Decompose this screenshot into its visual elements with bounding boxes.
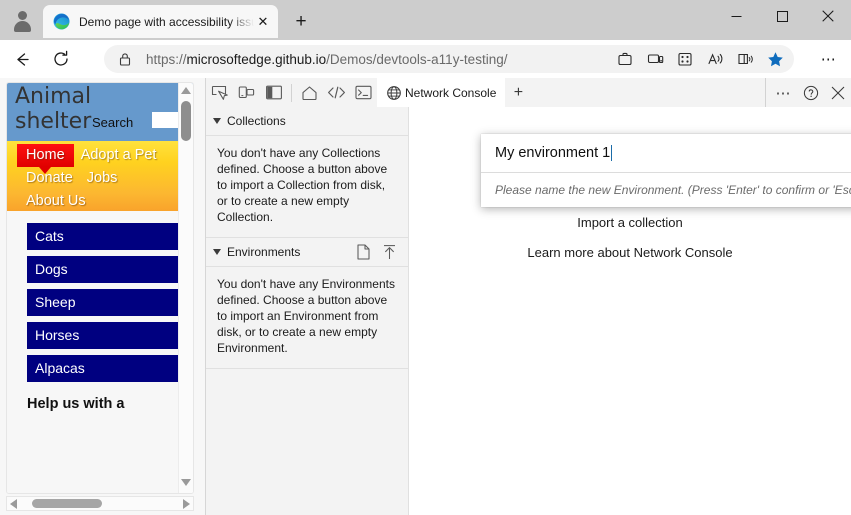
page-title: Animal shelter (15, 84, 92, 134)
apps-icon[interactable] (670, 46, 700, 72)
scroll-right-arrow-icon[interactable] (183, 499, 190, 509)
environments-empty-message: You don't have any Environments defined.… (206, 267, 408, 369)
collections-icon[interactable] (610, 46, 640, 72)
nav-row-2: Donate Jobs (7, 167, 193, 190)
page-body: Cats Dogs Sheep Horses Alpacas Help us w… (7, 211, 193, 493)
nav-item-jobs[interactable]: Jobs (80, 167, 125, 190)
edge-logo-icon (53, 13, 70, 30)
collections-section-header[interactable]: Collections (206, 107, 408, 136)
name-environment-dialog: My environment 1 Please name the new Env… (481, 134, 851, 207)
search-label: Search (92, 115, 134, 130)
new-file-icon[interactable] (350, 240, 376, 264)
cast-device-icon[interactable] (640, 46, 670, 72)
import-a-collection-link[interactable]: Import a collection (409, 215, 851, 230)
new-tab-button[interactable]: + (286, 10, 316, 34)
browser-window: Demo page with accessibility issu ✕ + ht… (0, 0, 851, 515)
console-terminal-icon[interactable] (350, 79, 377, 106)
inspect-element-icon[interactable] (206, 79, 233, 106)
dock-side-icon[interactable] (260, 79, 287, 106)
close-devtools-icon[interactable] (824, 79, 851, 106)
devtools-toolbar-right: ⋯ (765, 78, 851, 107)
animal-link-alpacas[interactable]: Alpacas (27, 355, 179, 382)
collections-empty-message: You don't have any Collections defined. … (206, 136, 408, 238)
horizontal-scroll-thumb[interactable] (32, 499, 102, 508)
page-horizontal-scrollbar[interactable] (6, 496, 194, 511)
dialog-hint-text: Please name the new Environment. (Press … (495, 183, 851, 197)
page-header: Animal shelter Search (7, 83, 193, 141)
title-bar: Demo page with accessibility issu ✕ + (0, 0, 851, 40)
tab-network-console[interactable]: Network Console (377, 78, 506, 107)
environments-title: Environments (227, 245, 301, 259)
close-window-button[interactable] (805, 0, 851, 32)
page-vertical-scrollbar[interactable] (178, 83, 193, 493)
help-question-icon[interactable] (797, 79, 824, 106)
animal-link-cats[interactable]: Cats (27, 223, 179, 250)
learn-more-link[interactable]: Learn more about Network Console (409, 245, 851, 260)
scroll-up-arrow-icon[interactable] (181, 87, 191, 97)
nav-row-1: Home Adopt a Pet (7, 144, 193, 174)
network-console-main: Create a request Import a collection Lea… (409, 107, 851, 515)
favorite-star-icon[interactable] (760, 46, 790, 72)
refresh-button[interactable] (44, 44, 78, 74)
devtools-toolbar: Network Console + ⋯ (206, 78, 851, 108)
url-host: microsoftedge.github.io (186, 51, 327, 67)
home-icon[interactable] (296, 79, 323, 106)
elements-code-icon[interactable] (323, 79, 350, 106)
minimize-button[interactable] (713, 0, 759, 32)
vertical-scroll-thumb[interactable] (181, 101, 191, 141)
import-upload-icon[interactable] (376, 240, 402, 264)
tab-label: Network Console (405, 85, 497, 100)
chevron-down-icon (213, 249, 221, 255)
account-avatar-icon (13, 10, 33, 32)
environment-name-input[interactable]: My environment 1 (481, 134, 851, 173)
animal-shelter-page: Animal shelter Search Home Adopt a Pet D… (6, 82, 194, 494)
network-console-body: Collections You don't have any Collectio… (206, 107, 851, 515)
address-bar: https://microsoftedge.github.io/Demos/de… (0, 40, 851, 78)
back-button[interactable] (5, 44, 39, 74)
toolbar-divider (291, 83, 292, 102)
chevron-down-icon (213, 118, 221, 124)
add-devtools-tab-button[interactable]: + (505, 79, 531, 106)
immersive-reader-icon[interactable] (730, 46, 760, 72)
collections-title: Collections (227, 114, 286, 128)
omnibox[interactable]: https://microsoftedge.github.io/Demos/de… (104, 45, 794, 73)
page-viewport: Animal shelter Search Home Adopt a Pet D… (0, 78, 205, 515)
url-scheme: https:// (146, 51, 187, 67)
maximize-button[interactable] (759, 0, 805, 32)
nav-row-3: About Us (7, 190, 193, 213)
scroll-down-arrow-icon[interactable] (181, 479, 191, 489)
url-path: /Demos/devtools-a11y-testing/ (326, 51, 508, 67)
url-text: https://microsoftedge.github.io/Demos/de… (146, 52, 610, 67)
devtools-panel: Network Console + ⋯ Collections You don'… (205, 78, 851, 515)
read-aloud-icon[interactable] (700, 46, 730, 72)
environment-name-value: My environment 1 (495, 145, 611, 161)
text-cursor (611, 145, 613, 161)
profile-button[interactable] (8, 6, 38, 34)
page-navigation: Home Adopt a Pet Donate Jobs About Us (7, 141, 193, 211)
help-heading: Help us with a (27, 396, 125, 412)
browser-tab[interactable]: Demo page with accessibility issu ✕ (43, 5, 278, 38)
environments-section-header[interactable]: Environments (206, 238, 408, 267)
animal-link-dogs[interactable]: Dogs (27, 256, 179, 283)
globe-network-icon (383, 79, 405, 106)
window-controls (713, 0, 851, 32)
tab-close-icon[interactable]: ✕ (254, 13, 272, 31)
network-console-sidebar: Collections You don't have any Collectio… (206, 107, 409, 515)
browser-settings-button[interactable]: ⋯ (813, 46, 845, 72)
animal-link-horses[interactable]: Horses (27, 322, 179, 349)
device-emulation-icon[interactable] (233, 79, 260, 106)
nav-item-adopt-a-pet[interactable]: Adopt a Pet (74, 144, 164, 167)
tab-title: Demo page with accessibility issu (79, 14, 254, 29)
scroll-left-arrow-icon[interactable] (10, 499, 17, 509)
lock-icon (118, 52, 132, 67)
animal-link-sheep[interactable]: Sheep (27, 289, 179, 316)
nav-item-about-us[interactable]: About Us (19, 190, 93, 213)
nav-item-home[interactable]: Home (17, 144, 74, 174)
more-tools-button[interactable]: ⋯ (770, 79, 797, 106)
